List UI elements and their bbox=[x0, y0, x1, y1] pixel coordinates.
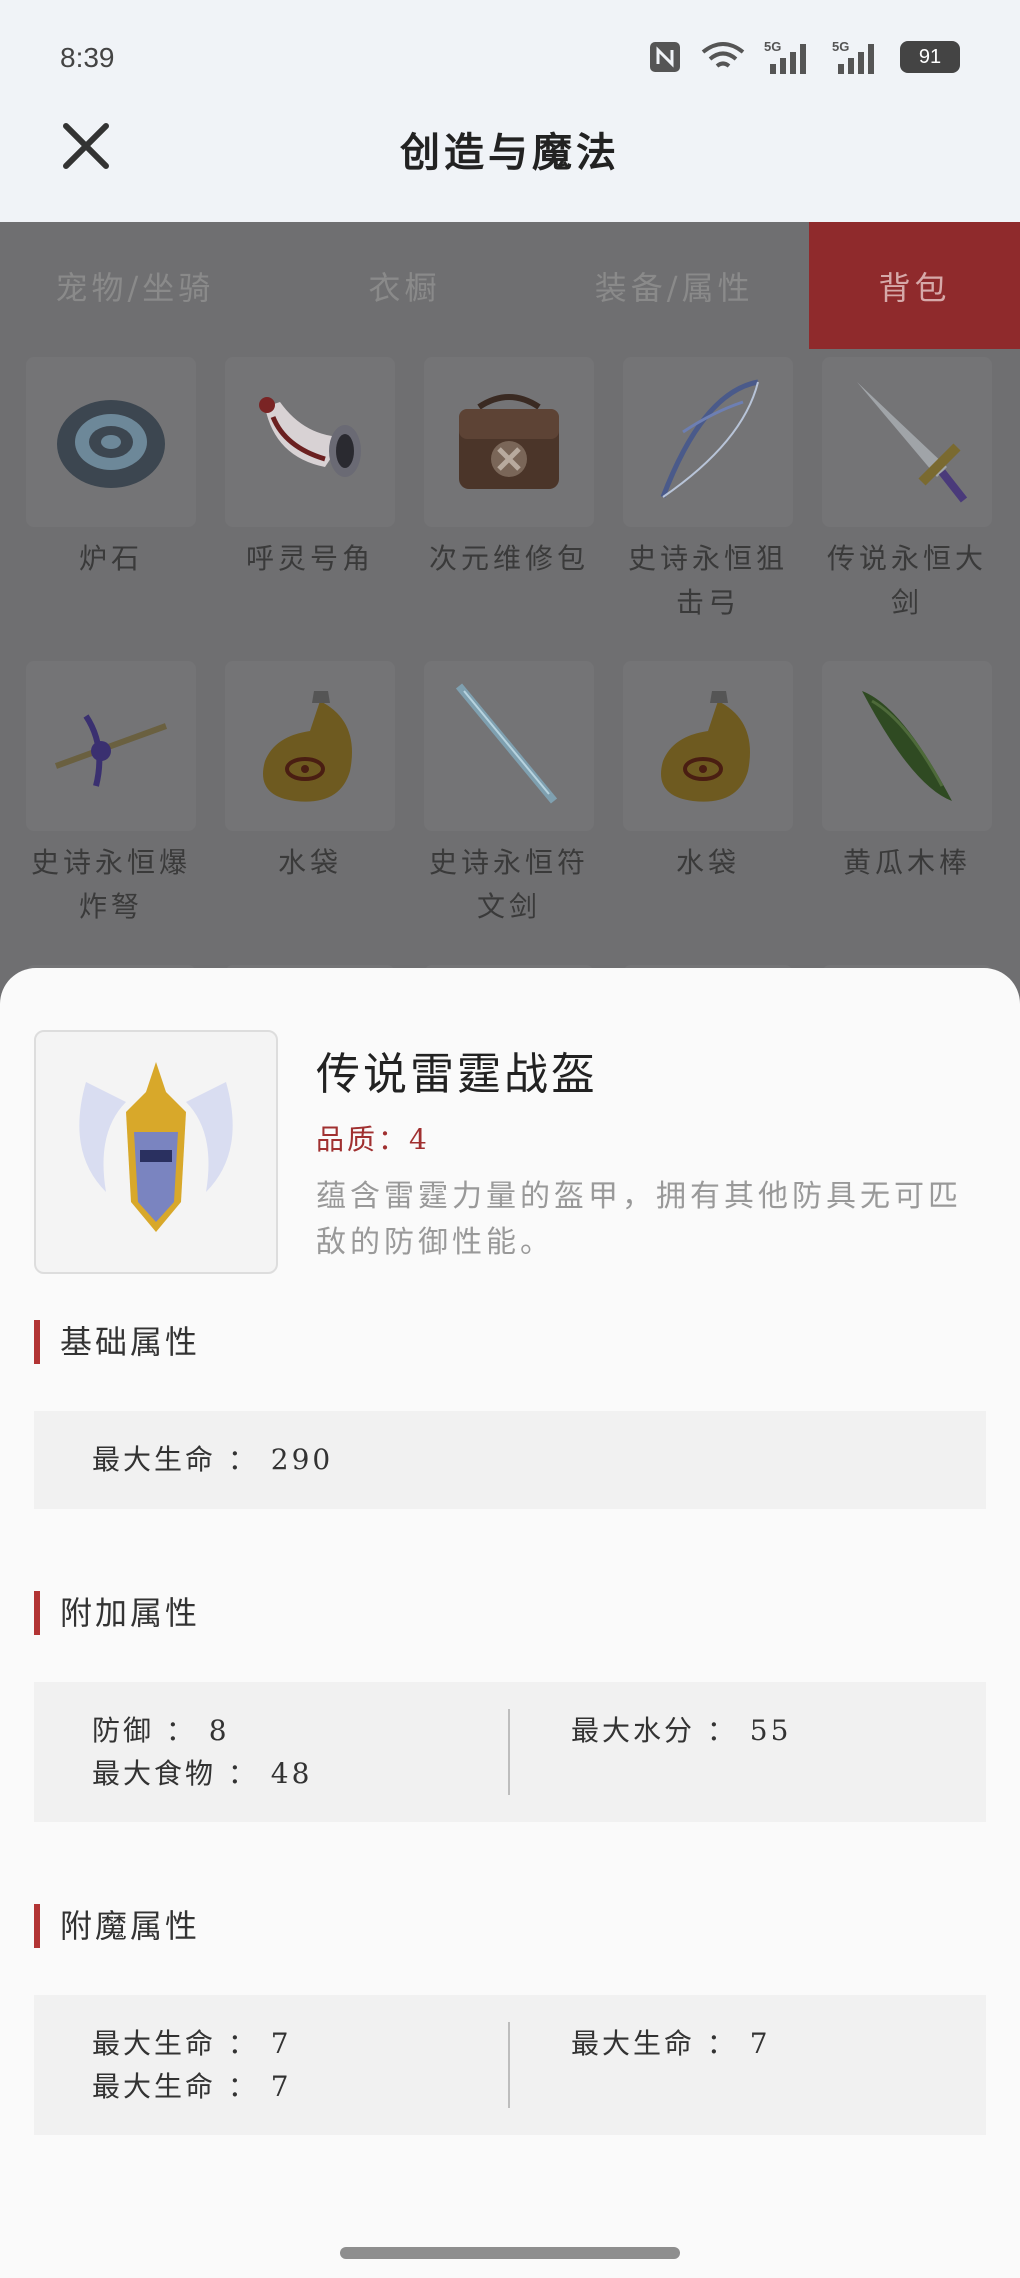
attr-col-right: 最大水分 ： 55 bbox=[571, 1709, 791, 1752]
signal-5g-icon: 5G bbox=[832, 39, 874, 74]
item-thumbnail bbox=[225, 357, 395, 527]
attr-line: 最大水分 ： 55 bbox=[571, 1714, 792, 1747]
attr-line: 最大生命 ： 290 bbox=[92, 1443, 334, 1476]
item-cell[interactable]: 呼灵号角 bbox=[225, 357, 395, 625]
rune-sword-icon bbox=[455, 683, 558, 804]
item-cell[interactable]: 史诗永恒爆炸弩 bbox=[26, 661, 196, 929]
crossbow-icon bbox=[54, 714, 168, 787]
water-bag-icon bbox=[661, 691, 750, 802]
item-thumbnail bbox=[26, 357, 196, 527]
status-time: 8:39 bbox=[60, 42, 115, 73]
item-thumbnail bbox=[225, 661, 395, 831]
tab-pets-mounts[interactable]: 宠物/坐骑 bbox=[0, 222, 270, 349]
tab-wardrobe[interactable]: 衣橱 bbox=[270, 222, 540, 349]
item-detail-sheet: 传说雷霆战盔 品质：4 蕴含雷霆力量的盔甲，拥有其他防具无可匹敌的防御性能。 基… bbox=[0, 968, 1020, 2278]
battery-indicator: 91 bbox=[900, 41, 960, 73]
item-quality: 品质：4 bbox=[316, 1123, 430, 1156]
status-bar: 8:39 5G 5G 91 bbox=[0, 0, 1020, 118]
signal-5g-icon: 5G bbox=[764, 39, 806, 74]
attr-col-left: 最大生命 ： 7 最大生命 ： 7 bbox=[92, 2022, 292, 2108]
cucumber-club-icon bbox=[862, 691, 952, 801]
helmet-icon bbox=[79, 1062, 233, 1232]
column-divider bbox=[508, 2022, 510, 2108]
category-tabs: 宠物/坐骑 衣橱 装备/属性 背包 bbox=[0, 222, 1020, 349]
attr-col-left: 防御 ： 8 最大食物 ： 48 bbox=[92, 1709, 312, 1795]
item-cell[interactable]: 水袋 bbox=[225, 661, 395, 929]
item-description: 蕴含雷霆力量的盔甲，拥有其他防具无可匹敌的防御性能。 bbox=[316, 1179, 962, 1260]
tab-backpack[interactable]: 背包 bbox=[809, 222, 1020, 349]
stone-icon bbox=[57, 400, 165, 488]
item-cell[interactable]: 史诗永恒狙击弓 bbox=[623, 357, 793, 625]
status-icons: 5G 5G 91 bbox=[648, 38, 960, 76]
item-thumbnail bbox=[623, 661, 793, 831]
repair-bag-icon bbox=[459, 394, 559, 489]
item-thumbnail bbox=[623, 357, 793, 527]
tab-equipment-attributes[interactable]: 装备/属性 bbox=[539, 222, 809, 349]
item-thumbnail bbox=[822, 357, 992, 527]
item-cell[interactable]: 黄瓜木棒 bbox=[822, 661, 992, 929]
svg-text:5G: 5G bbox=[832, 39, 849, 54]
attr-line: 最大生命 ： 7 bbox=[571, 2027, 771, 2060]
page-title: 创造与魔法 bbox=[400, 129, 620, 176]
svg-text:5G: 5G bbox=[764, 39, 781, 54]
sword-icon bbox=[857, 382, 968, 503]
attr-col-left: 最大生命 ： 290 bbox=[92, 1438, 333, 1481]
item-label: 呼灵号角 bbox=[245, 542, 374, 575]
column-divider bbox=[508, 1709, 510, 1795]
water-bag-icon bbox=[263, 691, 352, 802]
item-label: 炉石 bbox=[78, 542, 143, 575]
item-label: 史诗永恒狙击弓 bbox=[627, 542, 788, 619]
item-label: 黄瓜木棒 bbox=[842, 846, 971, 879]
item-cell[interactable]: 炉石 bbox=[26, 357, 196, 625]
app-header: 创造与魔法 bbox=[0, 118, 1020, 222]
wifi-icon bbox=[701, 42, 745, 68]
bow-icon bbox=[660, 379, 759, 498]
item-label: 史诗永恒符文剑 bbox=[428, 846, 589, 923]
item-label: 水袋 bbox=[277, 846, 342, 879]
item-label: 次元维修包 bbox=[428, 542, 589, 575]
home-indicator[interactable] bbox=[340, 2247, 680, 2259]
section-title-base: 基础属性 bbox=[34, 1320, 200, 1364]
item-thumbnail bbox=[424, 661, 594, 831]
item-thumbnail bbox=[822, 661, 992, 831]
attr-box-base: 最大生命 ： 290 bbox=[34, 1411, 986, 1509]
attr-line: 防御 ： 8 bbox=[92, 1714, 230, 1747]
item-thumbnail bbox=[26, 661, 196, 831]
item-cell[interactable]: 次元维修包 bbox=[424, 357, 594, 625]
item-label: 史诗永恒爆炸弩 bbox=[30, 846, 191, 923]
section-title-enchant: 附魔属性 bbox=[34, 1904, 200, 1948]
attr-box-enchant: 最大生命 ： 7 最大生命 ： 7 最大生命 ： 7 bbox=[34, 1995, 986, 2135]
attr-line: 最大食物 ： 48 bbox=[92, 1757, 313, 1790]
item-thumbnail bbox=[424, 357, 594, 527]
item-detail-image bbox=[34, 1030, 278, 1274]
item-cell[interactable]: 水袋 bbox=[623, 661, 793, 929]
item-label: 传说永恒大剑 bbox=[826, 542, 987, 619]
nfc-icon bbox=[650, 42, 680, 72]
attr-col-right: 最大生命 ： 7 bbox=[571, 2022, 771, 2065]
item-cell[interactable]: 史诗永恒符文剑 bbox=[424, 661, 594, 929]
item-name: 传说雷霆战盔 bbox=[316, 1049, 598, 1100]
attr-line: 最大生命 ： 7 bbox=[92, 2070, 292, 2103]
horn-icon bbox=[259, 397, 361, 477]
attr-box-extra: 防御 ： 8 最大食物 ： 48 最大水分 ： 55 bbox=[34, 1682, 986, 1822]
item-cell[interactable]: 传说永恒大剑 bbox=[822, 357, 992, 625]
item-label: 水袋 bbox=[675, 846, 740, 879]
attr-line: 最大生命 ： 7 bbox=[92, 2027, 292, 2060]
section-title-extra: 附加属性 bbox=[34, 1591, 200, 1635]
